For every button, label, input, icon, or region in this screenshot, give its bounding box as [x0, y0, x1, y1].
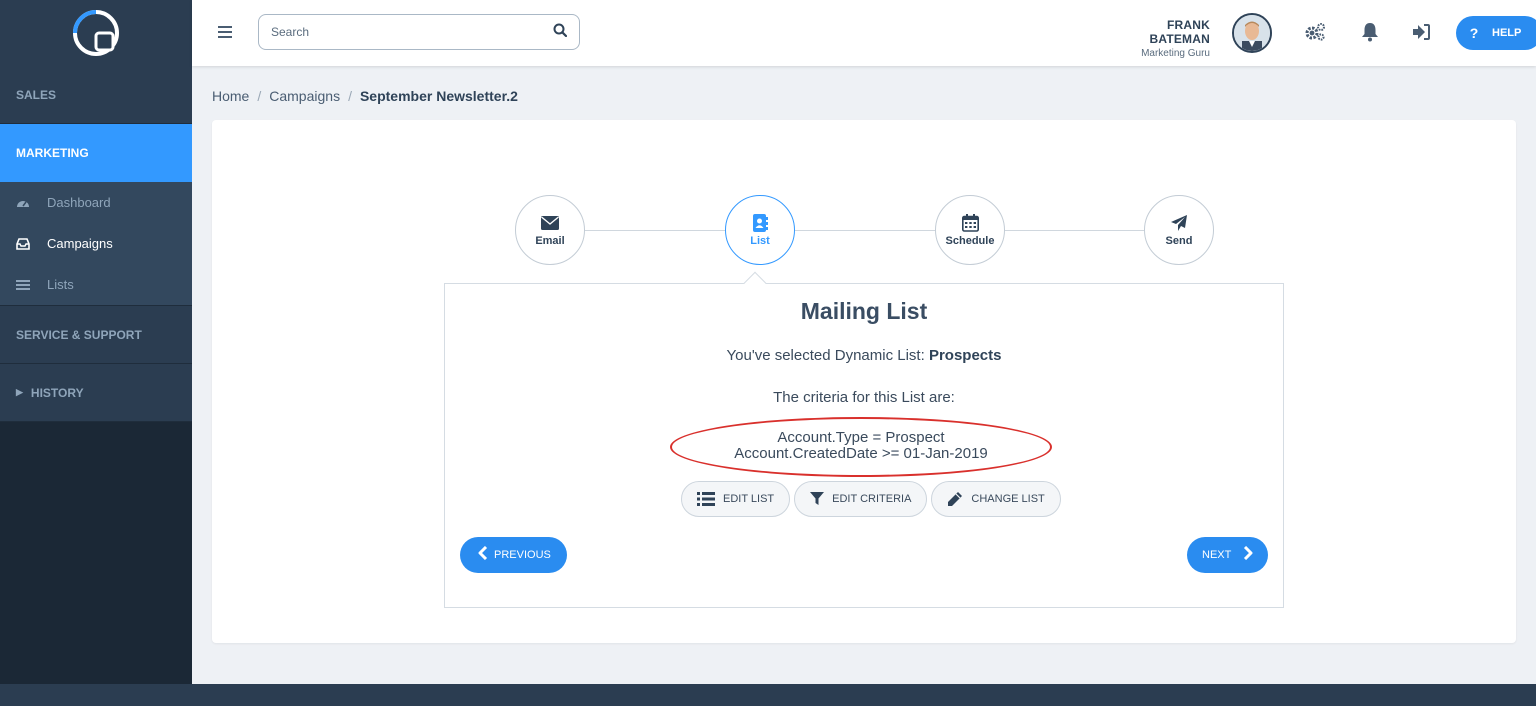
previous-label: PREVIOUS	[494, 549, 551, 561]
avatar[interactable]	[1232, 13, 1272, 53]
filter-icon	[810, 492, 825, 506]
sidebar-item-label: Campaigns	[47, 236, 113, 251]
breadcrumb: Home / Campaigns / September Newsletter.…	[212, 88, 518, 104]
step-label: Send	[1165, 234, 1193, 247]
question-icon: ?	[1469, 25, 1479, 41]
highlight-oval	[670, 417, 1052, 477]
hamburger-menu-icon[interactable]	[218, 26, 232, 38]
main-card: Email List Schedule Send Mailing List Yo…	[212, 120, 1516, 643]
sidebar-section-label: SERVICE & SUPPORT	[16, 327, 142, 342]
mailing-list-panel: Mailing List You've selected Dynamic Lis…	[444, 271, 1284, 608]
wizard-progress-line	[552, 230, 1182, 231]
settings-gears-icon[interactable]	[1304, 21, 1326, 43]
change-list-button[interactable]: CHANGE LIST	[931, 481, 1061, 517]
address-book-icon	[752, 213, 768, 232]
pencil-icon	[947, 491, 963, 507]
next-button[interactable]: NEXT	[1187, 537, 1268, 573]
envelope-icon	[541, 214, 559, 232]
previous-button[interactable]: PREVIOUS	[460, 537, 567, 573]
step-label: List	[750, 234, 770, 247]
breadcrumb-separator: /	[257, 88, 262, 104]
list-actions: EDIT LIST EDIT CRITERIA CHANGE LIST	[681, 481, 1061, 517]
paper-plane-icon	[1170, 214, 1188, 232]
sidebar-section-sales[interactable]: SALES	[0, 66, 192, 124]
calendar-icon	[961, 213, 979, 232]
step-label: Schedule	[945, 234, 995, 247]
selected-list-prefix: You've selected Dynamic List:	[726, 347, 929, 364]
edit-list-button[interactable]: EDIT LIST	[681, 481, 791, 517]
top-bar: FRANK BATEMAN Marketing Guru ? HELP	[192, 0, 1536, 66]
step-label: Email	[535, 234, 565, 247]
footer-bar	[0, 684, 1536, 706]
breadcrumb-separator: /	[348, 88, 352, 104]
sidebar-section-label: MARKETING	[16, 146, 89, 160]
marketing-submenu: Dashboard Campaigns Lists	[0, 182, 192, 306]
help-button[interactable]: ? HELP	[1456, 16, 1536, 50]
edit-criteria-label: EDIT CRITERIA	[832, 493, 912, 505]
step-send[interactable]: Send	[1144, 195, 1214, 265]
panel-title: Mailing List	[800, 298, 928, 324]
criteria-list: Account.Type = Prospect Account.CreatedD…	[670, 417, 1052, 477]
dashboard-icon	[16, 197, 30, 209]
sidebar: SALES MARKETING Dashboard Campaigns List…	[0, 0, 192, 684]
logout-icon[interactable]	[1410, 21, 1432, 43]
selected-list-name: Prospects	[928, 347, 1002, 364]
sidebar-section-service-support[interactable]: SERVICE & SUPPORT	[0, 306, 192, 364]
sidebar-section-marketing[interactable]: MARKETING	[0, 124, 192, 182]
sidebar-item-dashboard[interactable]: Dashboard	[0, 182, 192, 223]
search-input[interactable]	[271, 25, 553, 39]
sidebar-section-label: HISTORY	[30, 385, 84, 400]
breadcrumb-campaigns[interactable]: Campaigns	[269, 88, 340, 104]
next-label: NEXT	[1202, 549, 1232, 561]
step-schedule[interactable]: Schedule	[935, 195, 1005, 265]
sidebar-item-campaigns[interactable]: Campaigns	[0, 223, 192, 264]
selected-list-text: You've selected Dynamic List: Prospects	[445, 347, 1283, 364]
edit-list-label: EDIT LIST	[723, 493, 775, 505]
app-logo[interactable]	[72, 9, 120, 57]
criteria-heading: The criteria for this List are:	[773, 389, 955, 406]
search-icon[interactable]	[553, 23, 568, 42]
breadcrumb-home[interactable]: Home	[212, 88, 249, 104]
inbox-icon	[16, 237, 30, 250]
sidebar-section-label: SALES	[16, 87, 57, 102]
breadcrumb-current: September Newsletter.2	[359, 88, 518, 104]
help-label: HELP	[1492, 27, 1522, 39]
sidebar-item-label: Lists	[47, 277, 74, 292]
user-name: FRANK BATEMAN	[1149, 18, 1210, 46]
sidebar-item-lists[interactable]: Lists	[0, 264, 192, 305]
user-info[interactable]: FRANK BATEMAN Marketing Guru	[1108, 18, 1210, 59]
user-role: Marketing Guru	[1141, 48, 1210, 59]
step-email[interactable]: Email	[515, 195, 585, 265]
search-box	[258, 14, 580, 50]
bell-icon[interactable]	[1359, 21, 1381, 43]
panel-pointer	[743, 271, 767, 295]
logo-area	[0, 0, 192, 66]
edit-criteria-button[interactable]: EDIT CRITERIA	[794, 481, 928, 517]
sidebar-section-history[interactable]: ▶ HISTORY	[0, 364, 192, 422]
step-list[interactable]: List	[725, 195, 795, 265]
chevron-left-icon	[478, 545, 488, 565]
list-icon	[697, 492, 715, 506]
change-list-label: CHANGE LIST	[971, 493, 1045, 505]
caret-right-icon: ▶	[16, 387, 23, 397]
sidebar-item-label: Dashboard	[47, 195, 111, 210]
chevron-right-icon	[1243, 545, 1253, 565]
list-icon	[16, 279, 30, 291]
